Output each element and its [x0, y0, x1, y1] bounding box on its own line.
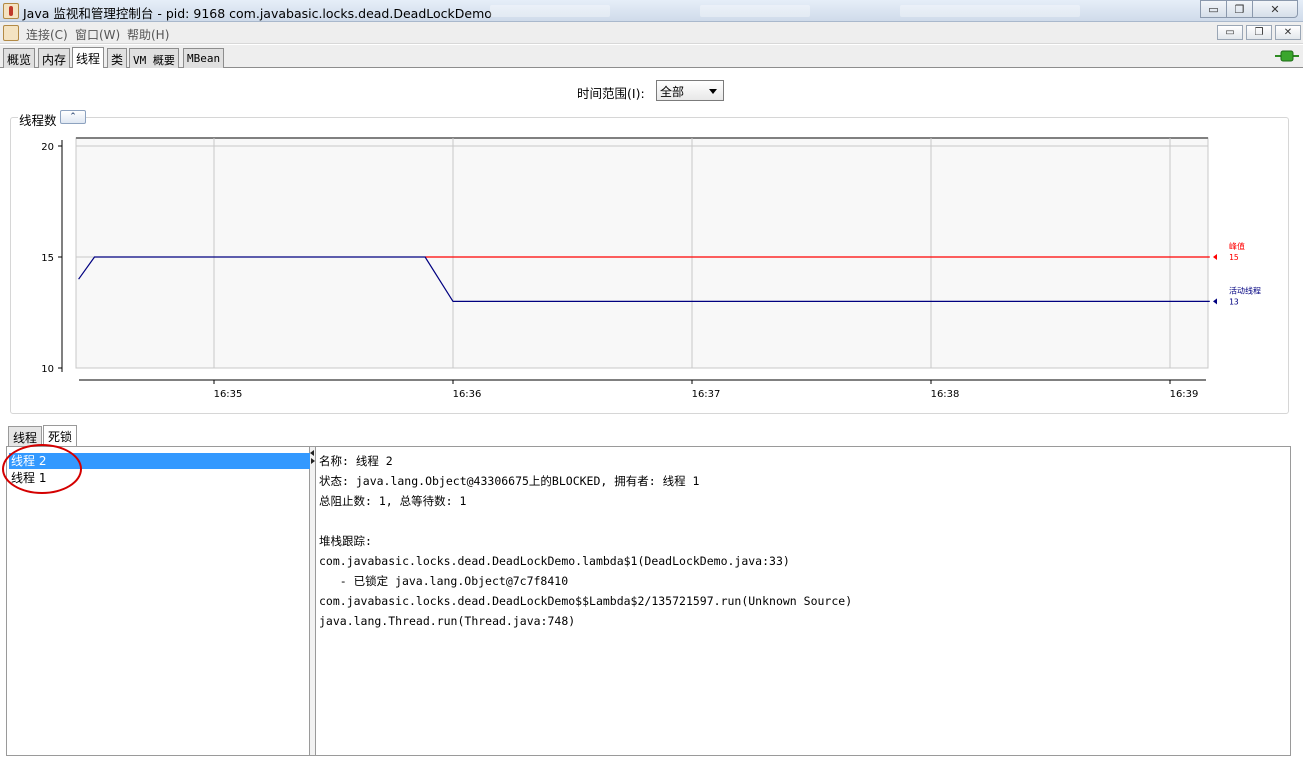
tab-vm-summary[interactable]: VM 概要 — [129, 48, 179, 68]
threads-panel: 时间范围(I): 全部 线程数 ⌃ 16:35 16:36 16:37 16:38 16… — [0, 68, 1303, 762]
menu-help[interactable]: 帮助(H) — [127, 26, 169, 43]
series-current-value: 13 — [1229, 297, 1239, 306]
thread-details: 名称: 线程 2 状态: java.lang.Object@43306675上的… — [319, 451, 852, 631]
restore-button[interactable]: ❐ — [1226, 0, 1253, 18]
x-tick-label: 16:39 — [1170, 389, 1199, 400]
inner-restore-button[interactable]: ❐ — [1246, 25, 1272, 40]
connection-plug-icon[interactable] — [1275, 50, 1299, 62]
window-title: Java 监视和管理控制台 - pid: 9168 com.javabasic.… — [23, 6, 492, 21]
menu-bar: 连接(C) 窗口(W) 帮助(H) ▭ ❐ ✕ — [0, 22, 1303, 44]
deadlock-panel: 线程 2 线程 1 名称: 线程 2 状态: java.lang.Object@… — [6, 446, 1291, 756]
tab-mbean[interactable]: MBean — [183, 48, 225, 68]
ghost-tab — [700, 5, 810, 17]
ghost-tab — [490, 5, 610, 17]
red-annotation-circle — [2, 444, 82, 494]
thread-count-chart: 16:35 16:36 16:37 16:38 16:39 20 15 10 峰值 15 活动线程 1… — [41, 137, 1261, 400]
window-title-bar[interactable]: Java 监视和管理控制台 - pid: 9168 com.javabasic.… — [0, 0, 1303, 22]
stack-frame: java.lang.Thread.run(Thread.java:748) — [319, 614, 576, 628]
series-marker-arrow — [1213, 254, 1217, 260]
menu-connect[interactable]: 连接(C) — [26, 26, 68, 43]
tab-overview[interactable]: 概览 — [3, 48, 36, 68]
stack-lock-info: - 已锁定 java.lang.Object@7c7f8410 — [319, 574, 569, 588]
expand-right-arrow-icon[interactable] — [311, 458, 315, 464]
y-tick-label: 20 — [41, 142, 54, 153]
inner-minimize-button[interactable]: ▭ — [1217, 25, 1243, 40]
detail-name: 名称: 线程 2 — [319, 454, 393, 468]
stack-frame: com.javabasic.locks.dead.DeadLockDemo.la… — [319, 554, 790, 568]
split-pane-divider[interactable] — [310, 447, 316, 755]
series-legend-name: 活动线程 — [1229, 285, 1261, 295]
stack-frame: com.javabasic.locks.dead.DeadLockDemo$$L… — [319, 594, 853, 608]
detail-counts: 总阻止数: 1, 总等待数: 1 — [319, 494, 467, 508]
detail-blank — [319, 511, 852, 531]
y-tick-label: 10 — [41, 364, 54, 375]
main-tab-bar: 概览 内存 线程 类 VM 概要 MBean — [0, 45, 1303, 68]
series-legend-name: 峰值 — [1229, 241, 1245, 251]
close-button[interactable]: ✕ — [1252, 0, 1298, 18]
tab-threads[interactable]: 线程 — [72, 47, 105, 68]
menu-window[interactable]: 窗口(W) — [75, 26, 120, 43]
detail-stack-header: 堆栈跟踪: — [319, 534, 372, 548]
y-tick-label: 15 — [41, 253, 54, 264]
subtab-deadlock[interactable]: 死锁 — [43, 425, 78, 446]
series-marker-arrow — [1213, 298, 1217, 305]
collapse-left-arrow-icon[interactable] — [310, 450, 314, 456]
window-controls: ▭ ❐ ✕ — [1200, 0, 1298, 18]
ghost-tab — [900, 5, 1080, 17]
x-tick-label: 16:38 — [931, 389, 960, 400]
x-tick-label: 16:36 — [453, 389, 482, 400]
internal-frame-controls: ▭ ❐ ✕ — [1217, 25, 1301, 40]
deadlock-thread-list[interactable]: 线程 2 线程 1 — [7, 447, 310, 755]
document-icon[interactable] — [3, 25, 19, 41]
inner-close-button[interactable]: ✕ — [1275, 25, 1301, 40]
minimize-button[interactable]: ▭ — [1200, 0, 1227, 18]
detail-state: 状态: java.lang.Object@43306675上的BLOCKED, … — [319, 474, 700, 488]
series-current-value: 15 — [1229, 253, 1239, 262]
x-tick-label: 16:35 — [214, 389, 243, 400]
plot-area — [75, 137, 1209, 369]
tab-memory[interactable]: 内存 — [38, 48, 71, 68]
x-tick-label: 16:37 — [692, 389, 721, 400]
subtab-threads[interactable]: 线程 — [8, 426, 43, 446]
tab-classes[interactable]: 类 — [107, 48, 128, 68]
java-app-icon — [3, 3, 19, 19]
